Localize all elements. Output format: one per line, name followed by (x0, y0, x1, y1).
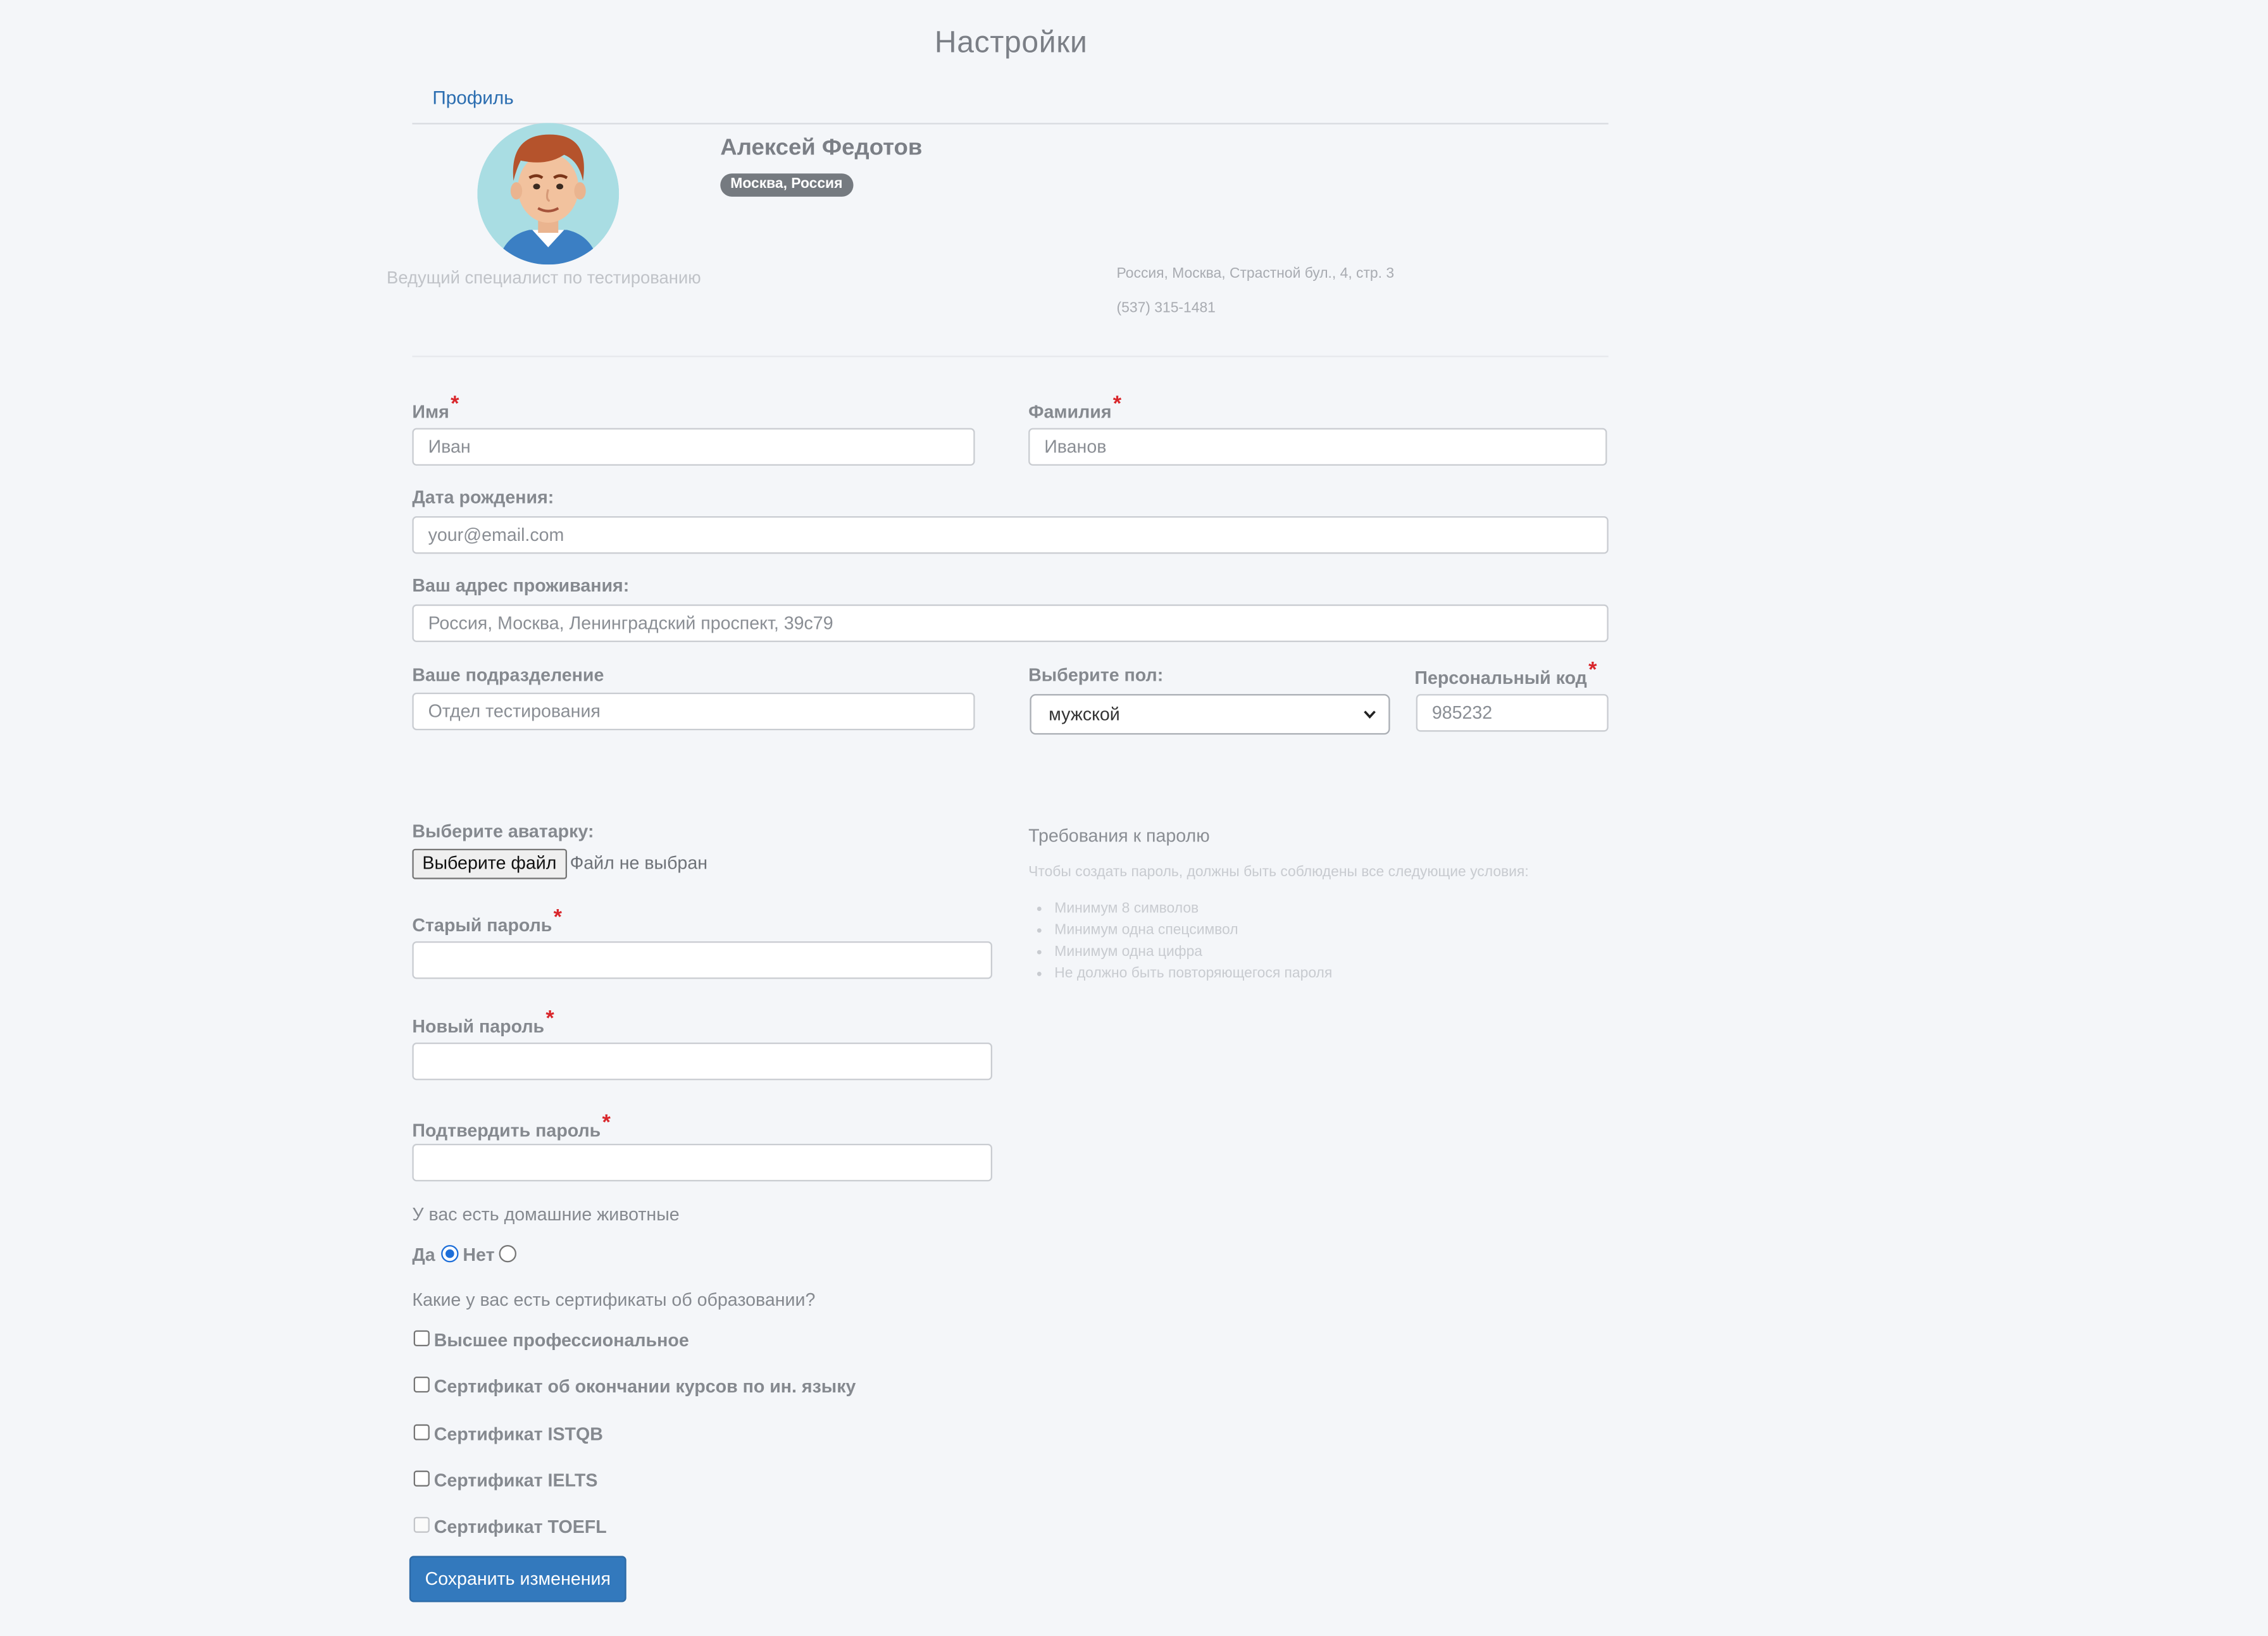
save-changes-button[interactable]: Сохранить изменения (409, 1556, 626, 1602)
cert-higher-education-label: Высшее профессиональное (433, 1330, 689, 1351)
address-label: Ваш адрес проживания: (412, 575, 630, 596)
pets-question: У вас есть домашние животные (412, 1204, 680, 1225)
department-label: Ваше подразделение (412, 665, 604, 686)
list-item: Минимум одна спецсимвол (1054, 920, 1332, 941)
cert-language-courses-checkbox[interactable] (413, 1376, 430, 1393)
gender-label: Выберите пол: (1028, 665, 1164, 686)
avatar-label: Выберите аватарку: (412, 821, 594, 842)
cert-toefl-label: Сертификат TOEFL (433, 1516, 607, 1537)
pets-no-radio[interactable] (499, 1244, 516, 1263)
new-password-input[interactable] (412, 1042, 992, 1081)
old-password-input[interactable] (412, 941, 992, 979)
old-password-label: Старый пароль * (412, 905, 562, 936)
tabs-divider (412, 123, 1609, 125)
job-title: Ведущий специалист по тестированию (387, 267, 701, 288)
gender-select[interactable]: мужской (1030, 694, 1390, 735)
list-item: Не должно быть повторяющегося пароля (1054, 963, 1332, 984)
cert-ielts-checkbox[interactable] (413, 1470, 430, 1487)
first-name-label: Имя * (412, 392, 459, 423)
password-requirements-intro: Чтобы создать пароль, должны быть соблюд… (1028, 864, 1529, 881)
profile-name: Алексей Федотов (720, 135, 923, 161)
department-input[interactable] (412, 692, 975, 731)
password-requirements-list: Минимум 8 символов Минимум одна спецсимв… (1036, 898, 1332, 984)
first-name-input[interactable] (412, 428, 975, 466)
cert-istqb-checkbox[interactable] (413, 1424, 430, 1441)
pets-yes-radio[interactable] (441, 1244, 459, 1263)
profile-phone: (537) 315-1481 (1116, 301, 1216, 317)
cert-toefl-checkbox (413, 1516, 430, 1533)
tab-profile[interactable]: Профиль (432, 87, 513, 108)
birth-date-input[interactable] (412, 516, 1609, 554)
password-requirements-title: Требования к паролю (1028, 826, 1210, 846)
certificates-question: Какие у вас есть сертификаты об образова… (412, 1289, 816, 1310)
birth-date-label: Дата рождения: (412, 487, 554, 508)
personal-code-label: Персональный код * (1414, 657, 1597, 688)
file-status: Файл не выбран (570, 853, 707, 874)
new-password-label: Новый пароль * (412, 1006, 554, 1037)
chevron-down-icon (1364, 710, 1376, 719)
confirm-password-label: Подтвердить пароль * (412, 1110, 611, 1141)
cert-istqb-label: Сертификат ISTQB (433, 1424, 603, 1445)
confirm-password-input[interactable] (412, 1143, 992, 1182)
avatar (477, 123, 620, 265)
last-name-label: Фамилия * (1028, 392, 1122, 423)
cert-ielts-label: Сертификат IELTS (433, 1470, 598, 1491)
gender-select-value: мужской (1049, 704, 1120, 725)
personal-code-input[interactable] (1416, 694, 1609, 732)
pets-yes-label: Да (412, 1244, 435, 1265)
cert-language-courses-label: Сертификат об окончании курсов по ин. яз… (433, 1376, 856, 1397)
choose-file-button[interactable]: Выберите файл (412, 848, 567, 879)
location-badge: Москва, Россия (720, 173, 853, 197)
pets-no-label: Нет (463, 1244, 495, 1265)
page-title: Настройки (934, 26, 1088, 59)
list-item: Минимум 8 символов (1054, 898, 1332, 919)
list-item: Минимум одна цифра (1054, 941, 1332, 963)
last-name-input[interactable] (1028, 428, 1607, 466)
profile-divider (412, 356, 1609, 357)
cert-higher-education-checkbox[interactable] (413, 1330, 430, 1346)
address-input[interactable] (412, 604, 1609, 642)
profile-address: Россия, Москва, Страстной бул., 4, стр. … (1116, 266, 1395, 282)
